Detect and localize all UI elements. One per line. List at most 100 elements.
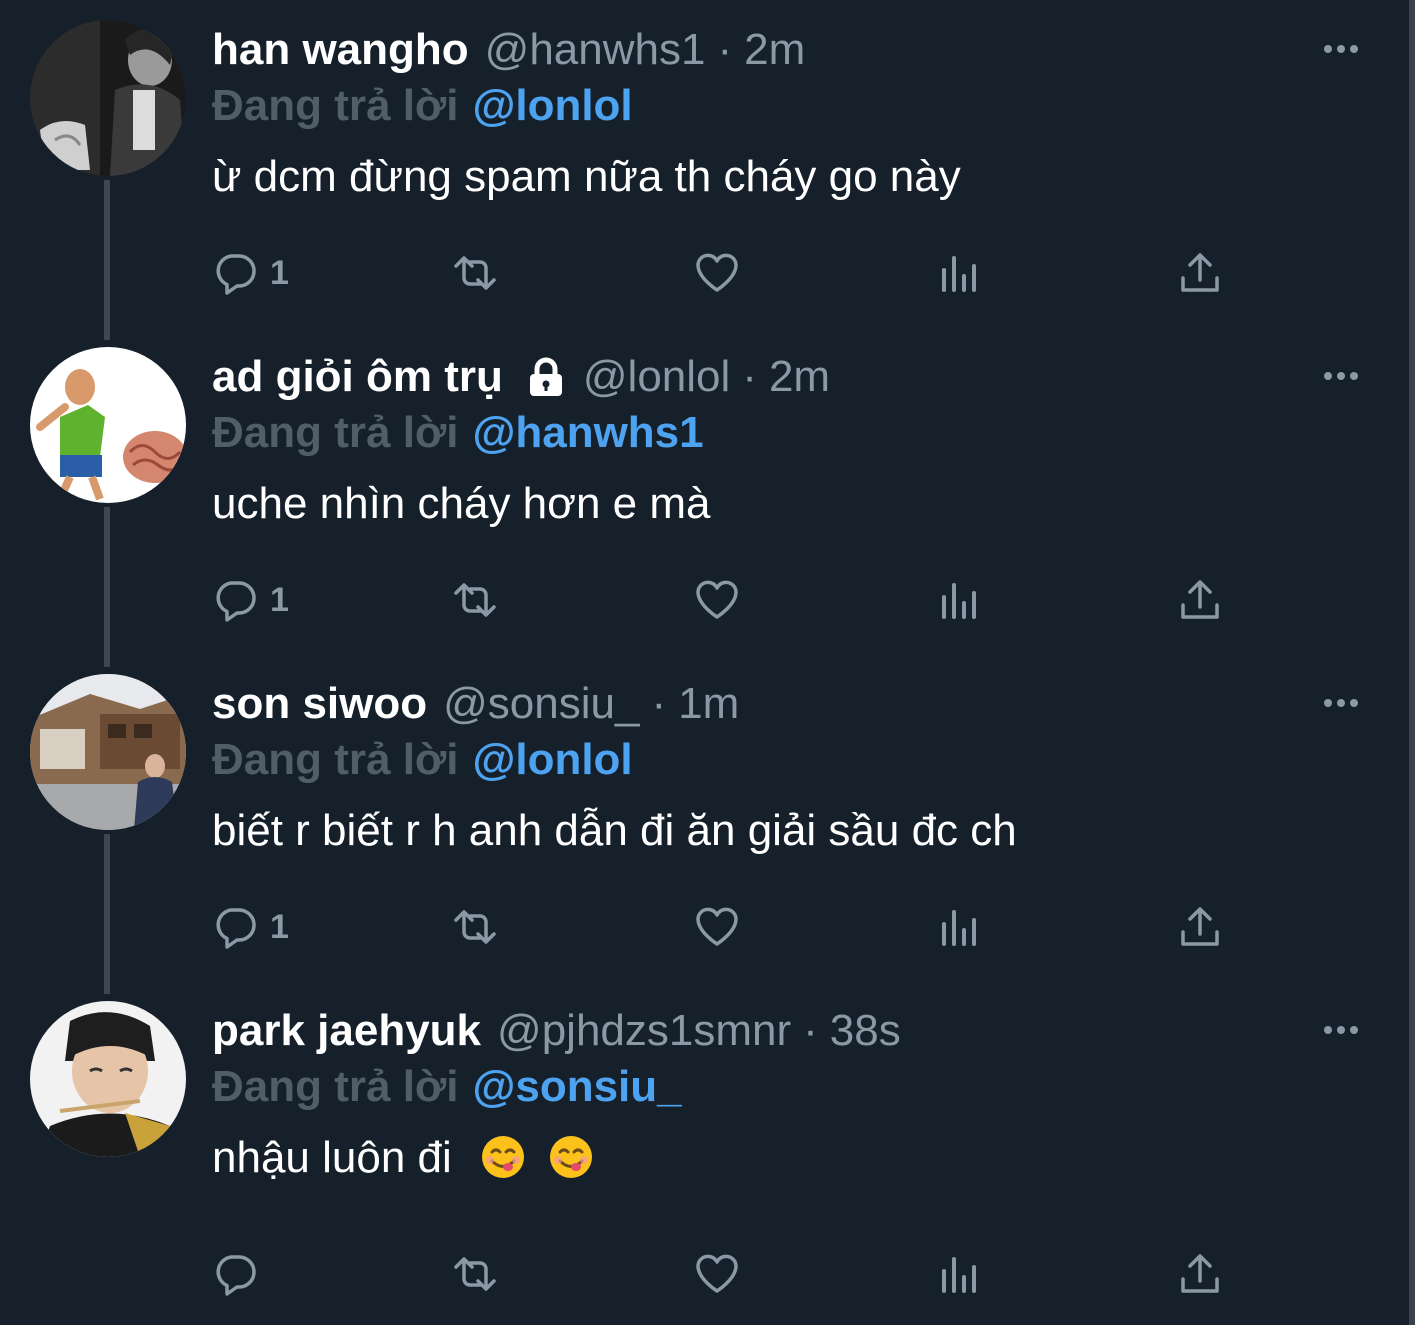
window-edge: [1409, 0, 1415, 1325]
user-handle[interactable]: @lonlol: [583, 352, 730, 402]
timestamp[interactable]: 2m: [769, 352, 830, 402]
heart-icon: [696, 580, 738, 619]
tweet-4[interactable]: park jaehyuk @pjhdzs1smnr · 38s Đang trả…: [0, 981, 1409, 1308]
separator-dot: ·: [717, 25, 733, 74]
tweet-actions: 1: [212, 575, 1232, 625]
replying-to-label: Đang trả lời: [212, 81, 459, 130]
heart-icon: [696, 253, 738, 292]
tweet-1[interactable]: han wangho @hanwhs1 · 2m Đang trả lời @l…: [0, 0, 1409, 340]
analytics-icon: [942, 256, 976, 292]
display-name[interactable]: ad giỏi ôm trụ: [212, 352, 503, 402]
heart-icon: [696, 1254, 738, 1293]
avatar-son-siwoo[interactable]: [30, 674, 186, 830]
analytics-icon: [942, 583, 976, 619]
retweet-icon: [454, 1257, 496, 1291]
reply-icon: [216, 1255, 256, 1296]
retweet-button[interactable]: [452, 248, 498, 298]
reply-button[interactable]: 1: [212, 902, 289, 952]
tweet-text: ừ dcm đừng spam nữa th cháy go này: [212, 152, 961, 201]
mention-link[interactable]: @lonlol: [472, 735, 632, 785]
thread-line: [104, 507, 110, 667]
avatar-park-jaehyuk[interactable]: [30, 1001, 186, 1157]
mention-link[interactable]: @sonsiu_: [472, 1062, 681, 1112]
tweet-2[interactable]: ad giỏi ôm trụ @lonlol · 2m Đang trả lời…: [0, 327, 1409, 667]
like-button[interactable]: [694, 902, 740, 952]
reply-icon: [216, 254, 256, 295]
tweet-text: uche nhìn cháy hơn e mà: [212, 479, 711, 528]
tweet-header: han wangho @hanwhs1 · 2m: [212, 22, 805, 78]
timestamp[interactable]: 1m: [678, 679, 739, 729]
analytics-button[interactable]: [936, 575, 982, 625]
tweet-actions: 1: [212, 902, 1232, 952]
more-icon[interactable]: [1321, 365, 1361, 387]
reply-count: 1: [270, 580, 289, 619]
share-icon: [1181, 907, 1219, 946]
share-icon: [1181, 580, 1219, 619]
reply-button[interactable]: 1: [212, 248, 289, 298]
tweet-text: nhậu luôn đi: [212, 1133, 452, 1182]
yum-face-emoji: [482, 1136, 524, 1178]
share-icon: [1181, 1254, 1219, 1293]
retweet-icon: [454, 910, 496, 944]
reply-count: 1: [270, 253, 289, 292]
replying-to-label: Đang trả lời: [212, 1062, 459, 1111]
heart-icon: [696, 907, 738, 946]
retweet-icon: [454, 583, 496, 617]
display-name[interactable]: park jaehyuk: [212, 1006, 481, 1056]
reply-button[interactable]: 1: [212, 575, 289, 625]
like-button[interactable]: [694, 575, 740, 625]
timestamp[interactable]: 38s: [830, 1006, 901, 1056]
thread-line: [104, 180, 110, 340]
share-button[interactable]: [1177, 248, 1223, 298]
yum-face-emoji: [550, 1136, 593, 1178]
retweet-button[interactable]: [452, 1249, 498, 1299]
user-handle[interactable]: @sonsiu_: [443, 679, 639, 729]
replying-to: Đang trả lời @hanwhs1: [212, 407, 704, 459]
analytics-button[interactable]: [936, 1249, 982, 1299]
avatar-ad-gioi-om-tru[interactable]: [30, 347, 186, 503]
reply-icon: [216, 581, 256, 622]
like-button[interactable]: [694, 1249, 740, 1299]
like-button[interactable]: [694, 248, 740, 298]
separator-dot: ·: [742, 352, 757, 401]
display-name[interactable]: han wangho: [212, 25, 469, 75]
avatar-han-wangho[interactable]: [30, 20, 186, 176]
retweet-icon: [454, 256, 496, 290]
replying-to-label: Đang trả lời: [212, 735, 459, 784]
user-handle[interactable]: @hanwhs1: [485, 25, 706, 75]
retweet-button[interactable]: [452, 902, 498, 952]
timeline: han wangho @hanwhs1 · 2m Đang trả lời @l…: [0, 0, 1415, 1325]
analytics-button[interactable]: [936, 248, 982, 298]
separator-dot: ·: [651, 679, 667, 728]
display-name[interactable]: son siwoo: [212, 679, 427, 729]
analytics-icon: [942, 1257, 976, 1293]
mention-link[interactable]: @lonlol: [472, 81, 632, 131]
retweet-button[interactable]: [452, 575, 498, 625]
analytics-button[interactable]: [936, 902, 982, 952]
thread-line: [104, 834, 110, 994]
separator-dot: ·: [803, 1006, 818, 1055]
share-icon: [1181, 253, 1219, 292]
replying-to: Đang trả lời @lonlol: [212, 80, 633, 132]
tweet-header: park jaehyuk @pjhdzs1smnr · 38s: [212, 1003, 901, 1059]
replying-to: Đang trả lời @sonsiu_: [212, 1061, 682, 1113]
reply-icon: [216, 908, 256, 949]
replying-to: Đang trả lời @lonlol: [212, 734, 633, 786]
tweet-actions: 1: [212, 248, 1232, 298]
tweet-header: son siwoo @sonsiu_ · 1m: [212, 676, 739, 732]
tweet-3[interactable]: son siwoo @sonsiu_ · 1m Đang trả lời @lo…: [0, 654, 1409, 994]
more-icon[interactable]: [1321, 1019, 1361, 1041]
tweet-text: biết r biết r h anh dẫn đi ăn giải sầu đ…: [212, 806, 1017, 855]
mention-link[interactable]: @hanwhs1: [472, 408, 703, 458]
analytics-icon: [942, 910, 976, 946]
share-button[interactable]: [1177, 575, 1223, 625]
tweet-text-container: nhậu luôn đi: [212, 1133, 594, 1183]
timestamp[interactable]: 2m: [744, 25, 805, 75]
reply-button[interactable]: [212, 1249, 270, 1299]
lock-icon: [529, 357, 562, 396]
more-icon[interactable]: [1321, 38, 1361, 60]
user-handle[interactable]: @pjhdzs1smnr: [497, 1006, 791, 1056]
share-button[interactable]: [1177, 902, 1223, 952]
share-button[interactable]: [1177, 1249, 1223, 1299]
more-icon[interactable]: [1321, 692, 1361, 714]
